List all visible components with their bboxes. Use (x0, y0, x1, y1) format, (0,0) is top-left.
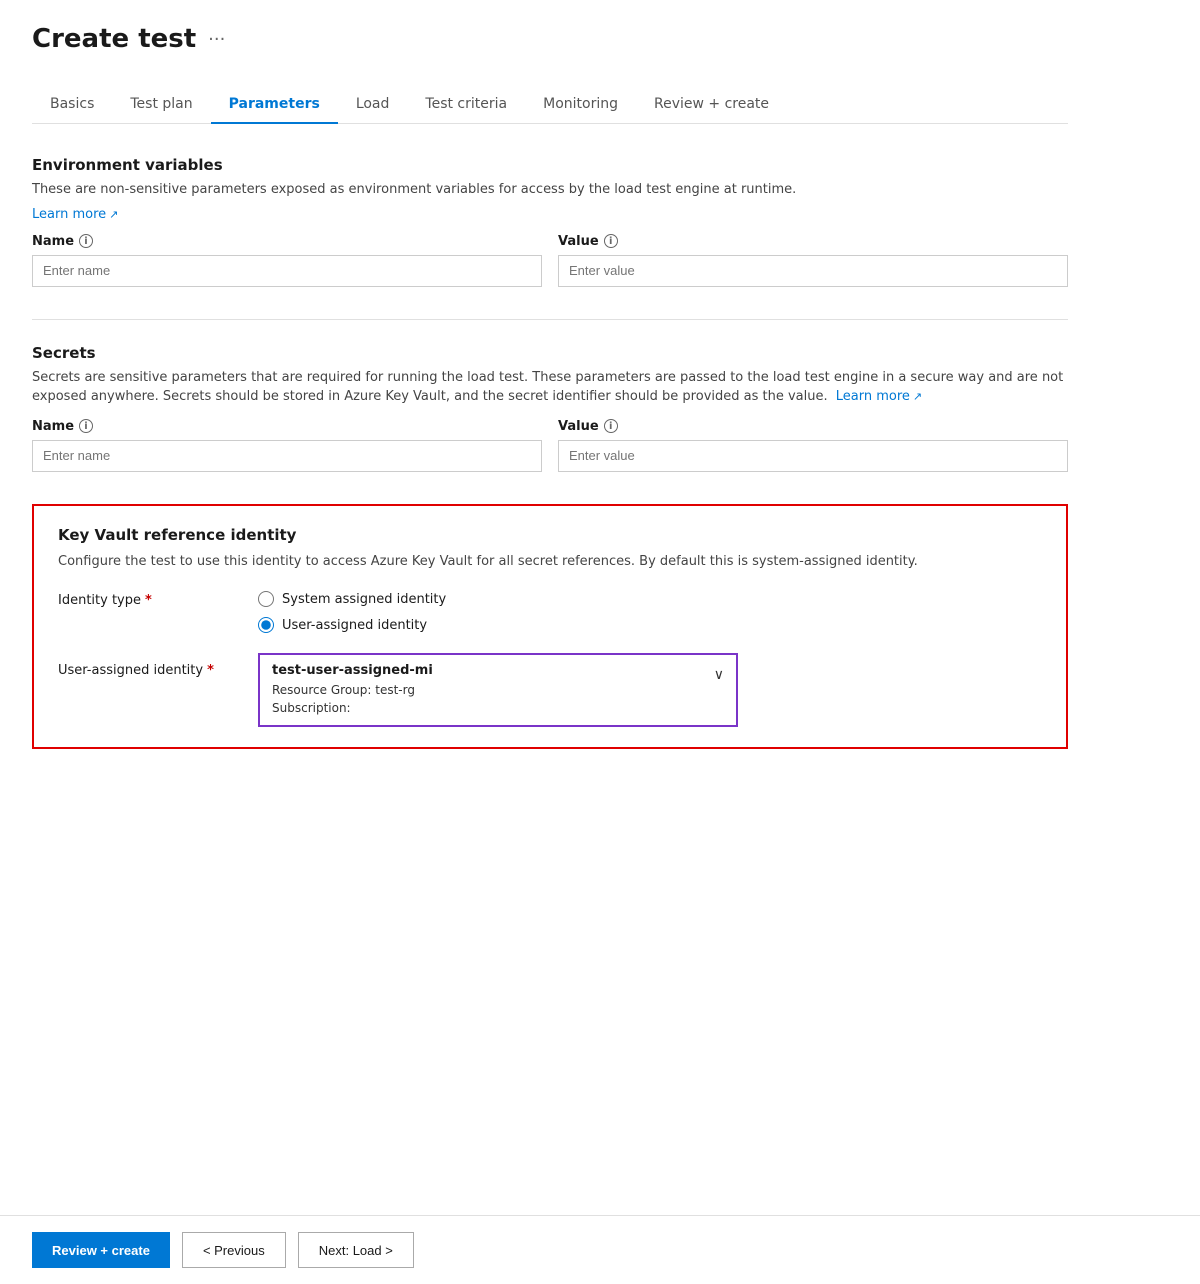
identity-dropdown-name: test-user-assigned-mi (272, 663, 706, 678)
env-vars-form-row: Name i Value i (32, 234, 1068, 287)
identity-type-label: Identity type * (58, 591, 258, 608)
ellipsis-menu[interactable]: ··· (208, 29, 225, 50)
previous-button[interactable]: < Previous (182, 1232, 286, 1268)
secrets-name-input[interactable] (32, 440, 542, 472)
tab-test-criteria[interactable]: Test criteria (407, 86, 525, 124)
identity-dropdown-content: test-user-assigned-mi Resource Group: te… (272, 663, 706, 717)
next-button[interactable]: Next: Load > (298, 1232, 414, 1268)
env-vars-desc: These are non-sensitive parameters expos… (32, 180, 1068, 200)
secrets-title: Secrets (32, 344, 1068, 362)
tab-monitoring[interactable]: Monitoring (525, 86, 636, 124)
env-vars-value-group: Value i (558, 234, 1068, 287)
secrets-value-info-icon[interactable]: i (604, 419, 618, 433)
env-vars-title: Environment variables (32, 156, 1068, 174)
secrets-learn-more[interactable]: Learn more ↗ (836, 387, 922, 407)
env-vars-learn-more[interactable]: Learn more ↗ (32, 207, 118, 222)
footer: Review + create < Previous Next: Load > (0, 1215, 1200, 1284)
keyvault-desc: Configure the test to use this identity … (58, 552, 1042, 572)
divider-1 (32, 319, 1068, 320)
tab-parameters[interactable]: Parameters (211, 86, 338, 124)
tab-load[interactable]: Load (338, 86, 408, 124)
external-link-icon: ↗ (109, 208, 118, 221)
env-vars-value-info-icon[interactable]: i (604, 234, 618, 248)
chevron-down-icon: ∨ (714, 667, 724, 683)
keyvault-title: Key Vault reference identity (58, 526, 1042, 544)
env-vars-name-group: Name i (32, 234, 542, 287)
identity-dropdown-subscription: Subscription: (272, 699, 706, 717)
secrets-name-group: Name i (32, 419, 542, 472)
secrets-external-link-icon: ↗ (913, 389, 922, 406)
secrets-value-group: Value i (558, 419, 1068, 472)
radio-user-assigned[interactable]: User-assigned identity (258, 617, 446, 633)
keyvault-section: Key Vault reference identity Configure t… (32, 504, 1068, 750)
tab-basics[interactable]: Basics (32, 86, 112, 124)
env-vars-value-label: Value i (558, 234, 1068, 249)
tab-test-plan[interactable]: Test plan (112, 86, 210, 124)
env-vars-name-info-icon[interactable]: i (79, 234, 93, 248)
secrets-name-label: Name i (32, 419, 542, 434)
ua-identity-required: * (207, 663, 214, 678)
env-vars-section: Environment variables These are non-sens… (32, 156, 1068, 287)
secrets-desc: Secrets are sensitive parameters that ar… (32, 368, 1068, 407)
env-vars-name-label: Name i (32, 234, 542, 249)
identity-type-radio-group: System assigned identity User-assigned i… (258, 591, 446, 633)
user-assigned-identity-dropdown[interactable]: test-user-assigned-mi Resource Group: te… (258, 653, 738, 727)
secrets-form-row: Name i Value i (32, 419, 1068, 472)
identity-type-required: * (145, 593, 152, 608)
radio-system-assigned-label: System assigned identity (282, 592, 446, 607)
identity-dropdown-resource-group: Resource Group: test-rg (272, 681, 706, 699)
radio-system-assigned-input[interactable] (258, 591, 274, 607)
radio-user-assigned-input[interactable] (258, 617, 274, 633)
user-assigned-identity-row: User-assigned identity * test-user-assig… (58, 653, 1042, 727)
secrets-value-label: Value i (558, 419, 1068, 434)
secrets-name-info-icon[interactable]: i (79, 419, 93, 433)
page-title: Create test (32, 24, 196, 54)
tab-review-create[interactable]: Review + create (636, 86, 787, 124)
review-create-button[interactable]: Review + create (32, 1232, 170, 1268)
secrets-section: Secrets Secrets are sensitive parameters… (32, 344, 1068, 472)
radio-user-assigned-label: User-assigned identity (282, 618, 427, 633)
env-vars-name-input[interactable] (32, 255, 542, 287)
identity-type-row: Identity type * System assigned identity… (58, 591, 1042, 633)
ua-identity-label: User-assigned identity * (58, 653, 258, 678)
radio-system-assigned[interactable]: System assigned identity (258, 591, 446, 607)
page-title-container: Create test ··· (32, 24, 1068, 54)
secrets-value-input[interactable] (558, 440, 1068, 472)
tab-bar: Basics Test plan Parameters Load Test cr… (32, 86, 1068, 124)
env-vars-value-input[interactable] (558, 255, 1068, 287)
